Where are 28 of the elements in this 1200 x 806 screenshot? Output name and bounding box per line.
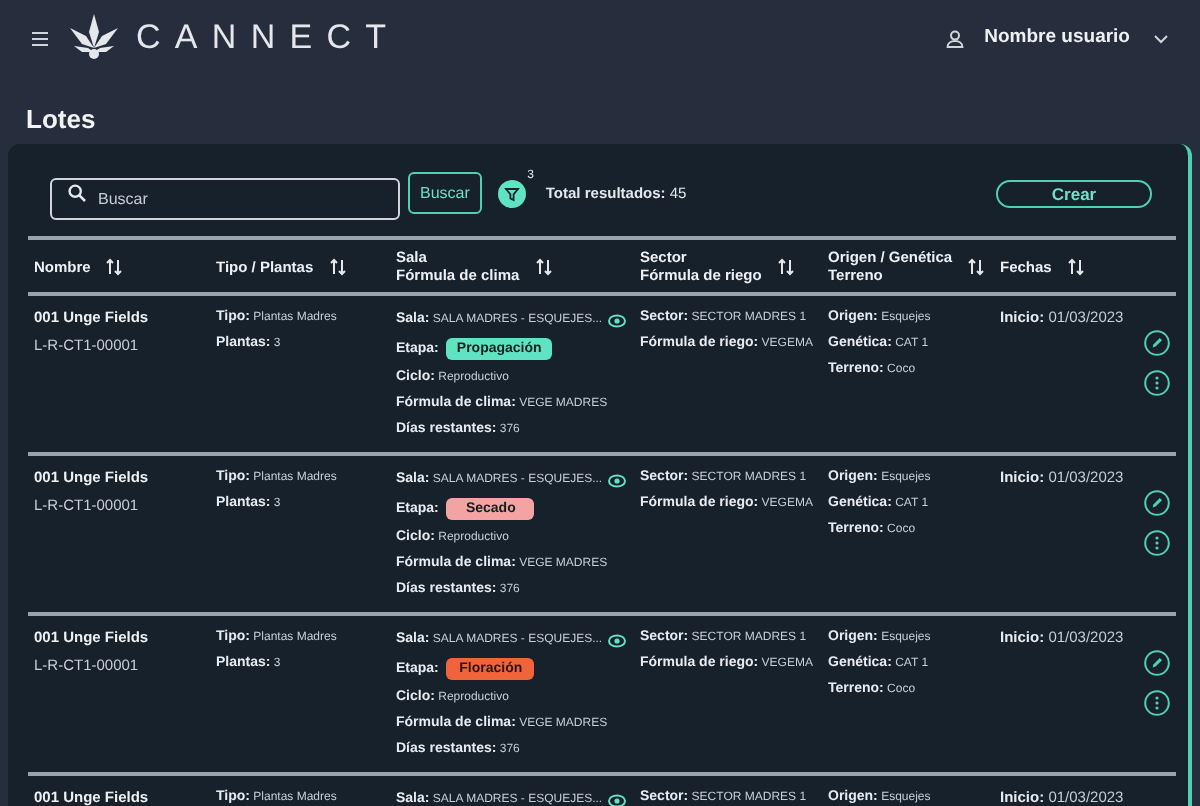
- sort-icon[interactable]: [968, 257, 985, 275]
- more-options-icon[interactable]: [1144, 530, 1170, 556]
- brand-name: CANNECT: [136, 16, 401, 61]
- eye-icon[interactable]: [608, 633, 627, 647]
- more-options-icon[interactable]: [1144, 690, 1170, 716]
- chevron-down-icon[interactable]: [1154, 33, 1168, 43]
- more-options-icon[interactable]: [1144, 370, 1170, 396]
- create-button[interactable]: Crear: [996, 179, 1152, 207]
- sort-icon[interactable]: [106, 257, 123, 275]
- page-title: Lotes: [26, 101, 96, 137]
- filter-icon[interactable]: [497, 179, 526, 207]
- leaf-logo-icon: [68, 12, 120, 64]
- eye-icon[interactable]: [608, 473, 627, 487]
- eye-icon[interactable]: [608, 793, 627, 806]
- search-icon: [68, 184, 86, 202]
- search-button[interactable]: Buscar: [408, 172, 482, 214]
- search-field[interactable]: Buscar: [50, 178, 400, 220]
- user-name[interactable]: Nombre usuario: [984, 23, 1130, 53]
- edit-icon[interactable]: [1144, 650, 1170, 676]
- edit-icon[interactable]: [1144, 490, 1170, 516]
- edit-icon[interactable]: [1144, 330, 1170, 356]
- sort-icon[interactable]: [1067, 257, 1084, 275]
- eye-icon[interactable]: [608, 313, 627, 327]
- user-icon: [946, 29, 965, 47]
- sort-icon[interactable]: [777, 257, 794, 275]
- sort-icon[interactable]: [535, 257, 552, 275]
- sort-icon[interactable]: [329, 257, 346, 275]
- menu-icon[interactable]: [32, 31, 48, 45]
